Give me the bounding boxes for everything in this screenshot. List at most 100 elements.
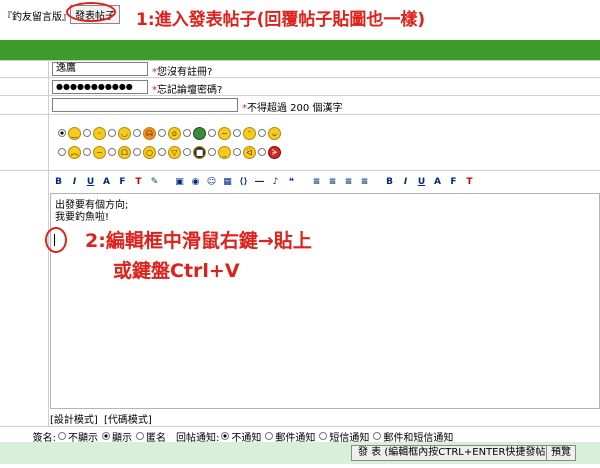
smiley-option[interactable]: ᵕ: [83, 124, 108, 142]
smiley-option[interactable]: ‿: [58, 124, 83, 142]
divider: [0, 60, 600, 61]
smiley-radio[interactable]: [158, 148, 166, 156]
smiley-radio[interactable]: [183, 148, 191, 156]
shock-icon: ○: [143, 145, 156, 159]
smiley-radio[interactable]: [58, 129, 66, 137]
radio-button[interactable]: [319, 432, 328, 440]
smiley-option[interactable]: ·: [183, 124, 208, 142]
smiley-radio[interactable]: [183, 129, 191, 137]
highlight-icon[interactable]: ✎: [148, 176, 161, 189]
password-hint[interactable]: *忘記論壇密碼?: [152, 81, 222, 96]
font-color-icon[interactable]: T: [463, 176, 476, 189]
smiley-radio[interactable]: [108, 129, 116, 137]
submit-button[interactable]: 發 表 (編輯框內按CTRL+ENTER快捷發帖): [351, 445, 557, 461]
smiley-option[interactable]: o: [158, 124, 183, 142]
username-field[interactable]: 逸鷹: [52, 62, 148, 76]
smiley-radio[interactable]: [83, 129, 91, 137]
smiley-option[interactable]: ᗝ: [108, 143, 133, 161]
bold-icon[interactable]: B: [52, 176, 65, 189]
username-hint-text: 您沒有註冊?: [157, 67, 213, 78]
smiley-option[interactable]: ◡: [108, 124, 133, 142]
image-icon[interactable]: ▣: [173, 176, 186, 189]
annotation-step-2: 2:編輯框中滑鼠右鍵→貼上 或鍵盤Ctrl+V: [85, 226, 312, 286]
password-field[interactable]: ●●●●●●●●●●●: [52, 80, 148, 94]
annotation-step-1: 1:進入發表帖子(回覆帖子貼圖也一樣): [136, 10, 426, 30]
quote-icon[interactable]: ❝: [285, 176, 298, 189]
radio-button[interactable]: [136, 432, 144, 440]
smiley-radio[interactable]: [258, 148, 266, 156]
radio-button[interactable]: [265, 432, 274, 440]
grin-icon: ◡: [118, 126, 131, 140]
radio-button[interactable]: [221, 432, 230, 440]
justify-icon[interactable]: ≡: [358, 176, 371, 189]
smiley-radio[interactable]: [208, 129, 216, 137]
table-icon[interactable]: ▦: [221, 176, 234, 189]
align-left-icon[interactable]: ≡: [310, 176, 323, 189]
smiley-option[interactable]: ▽: [158, 143, 183, 161]
align-center-icon[interactable]: ≡: [326, 176, 339, 189]
smiley-option[interactable]: ~: [83, 143, 108, 161]
smiley-radio[interactable]: [233, 129, 241, 137]
font-face-icon[interactable]: A: [100, 176, 113, 189]
text-caret: [54, 234, 55, 246]
smiley-radio[interactable]: [258, 129, 266, 137]
bold-icon[interactable]: B: [383, 176, 396, 189]
media-icon[interactable]: ♪: [269, 176, 282, 189]
smiley-option[interactable]: ᵔ: [233, 124, 258, 142]
smiley-option[interactable]: ○: [133, 143, 158, 161]
smiley-radio[interactable]: [108, 148, 116, 156]
smiley-option[interactable]: ᴗ: [258, 124, 283, 142]
divider: [0, 114, 600, 115]
smiley-option[interactable]: _: [208, 143, 233, 161]
emoticon-icon[interactable]: ☺: [205, 176, 218, 189]
sad-icon: ︵: [68, 145, 81, 159]
smiley-radio[interactable]: [58, 148, 66, 156]
radio-button[interactable]: [102, 432, 110, 440]
preview-button[interactable]: 預覽: [546, 445, 576, 461]
smiley-option[interactable]: ■: [183, 143, 208, 161]
smiley-option[interactable]: ᗣ: [133, 124, 158, 142]
divider: [0, 170, 600, 171]
top-bar: 『釣友留言版』 發表帖子 1:進入發表帖子(回覆帖子貼圖也一樣): [0, 0, 600, 40]
horizontal-rule-icon[interactable]: ―: [253, 176, 266, 189]
radio-button[interactable]: [58, 432, 66, 440]
annotation-step-2-line2: 或鍵盤Ctrl+V: [113, 260, 240, 282]
smiley-radio[interactable]: [233, 148, 241, 156]
worried-icon: ~: [218, 126, 231, 140]
italic-icon[interactable]: I: [68, 176, 81, 189]
cool-icon: ■: [193, 145, 206, 159]
smiley-radio[interactable]: [133, 129, 141, 137]
flash-icon[interactable]: ◉: [189, 176, 202, 189]
code-mode-tab[interactable]: [代碼模式]: [104, 415, 152, 426]
laugh-icon: ▽: [168, 145, 181, 159]
editor-toolbar: B I U A F T ✎ ▣ ◉ ☺ ▦ ⟨⟩ ― ♪ ❝ ≡ ≡ ≡ ≡ B…: [52, 175, 600, 189]
smiley-radio[interactable]: [158, 129, 166, 137]
radio-button[interactable]: [373, 432, 382, 440]
editor-text-line: 我要釣魚啦!: [55, 212, 110, 223]
italic-icon[interactable]: I: [399, 176, 412, 189]
title-hint: *不得超過 200 個漢字: [242, 99, 342, 114]
mad-icon: ᗒ: [268, 145, 281, 159]
font-size-icon[interactable]: F: [447, 176, 460, 189]
smiley-option[interactable]: ᐛ: [233, 143, 258, 161]
underline-icon[interactable]: U: [415, 176, 428, 189]
smiley-radio[interactable]: [208, 148, 216, 156]
font-color-icon[interactable]: T: [132, 176, 145, 189]
divider: [0, 426, 600, 427]
font-size-icon[interactable]: F: [116, 176, 129, 189]
design-mode-tab[interactable]: [設計模式]: [50, 415, 98, 426]
underline-icon[interactable]: U: [84, 176, 97, 189]
smiley-radio[interactable]: [133, 148, 141, 156]
font-face-icon[interactable]: A: [431, 176, 444, 189]
annotation-circle-2: [45, 227, 67, 253]
frown-icon: _: [218, 145, 231, 159]
smiley-option[interactable]: ︵: [58, 143, 83, 161]
title-field[interactable]: [52, 98, 238, 112]
smiley-radio[interactable]: [83, 148, 91, 156]
smiley-option[interactable]: ~: [208, 124, 233, 142]
smiley-option[interactable]: ᗒ: [258, 143, 283, 161]
code-icon[interactable]: ⟨⟩: [237, 176, 250, 189]
align-right-icon[interactable]: ≡: [342, 176, 355, 189]
breadcrumb[interactable]: 『釣友留言版』: [2, 8, 72, 23]
username-hint[interactable]: *您沒有註冊?: [152, 63, 212, 78]
